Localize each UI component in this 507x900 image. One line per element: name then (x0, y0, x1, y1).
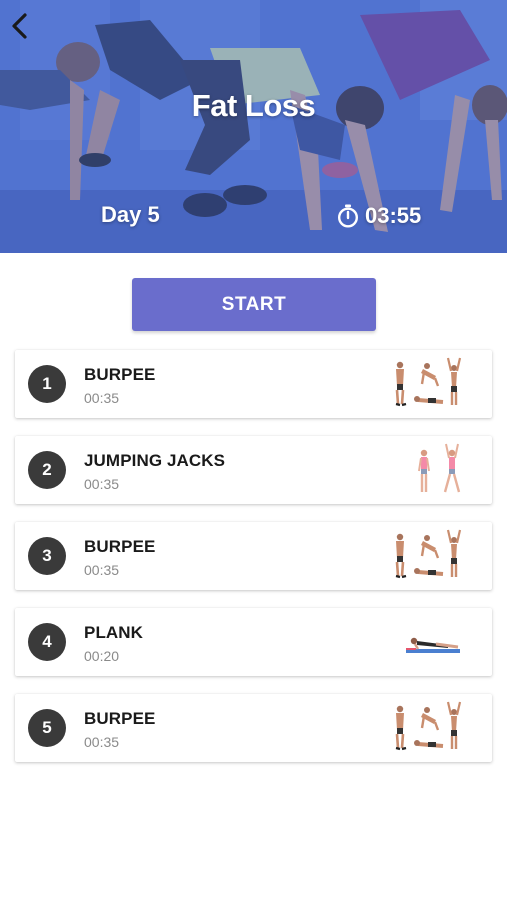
exercise-name: BURPEE (84, 537, 156, 556)
exercise-item[interactable]: 4 PLANK 00:20 (15, 608, 492, 676)
burpee-illustration (395, 357, 462, 407)
plank-illustration (406, 637, 460, 653)
chevron-left-icon (12, 13, 27, 39)
exercise-name: BURPEE (84, 365, 156, 384)
back-button[interactable] (4, 10, 36, 42)
exercise-duration: 00:35 (84, 734, 120, 750)
exercise-number-badge: 3 (28, 537, 66, 575)
jumping-jacks-illustration (418, 443, 461, 493)
stopwatch-icon (337, 204, 359, 228)
exercise-duration: 00:20 (84, 648, 120, 664)
exercise-item[interactable]: 1 BURPEE 00:35 (15, 350, 492, 418)
exercise-name: BURPEE (84, 709, 156, 728)
burpee-illustration (395, 701, 462, 751)
exercise-name: JUMPING JACKS (84, 451, 226, 470)
exercise-item[interactable]: 2 JUMPING JACKS 00:35 (15, 436, 492, 504)
exercise-number-badge: 1 (28, 365, 66, 403)
workout-header: Fat Loss Day 5 03:55 (0, 0, 507, 253)
workout-duration: 03:55 (337, 202, 421, 230)
workout-day: Day 5 (101, 202, 160, 227)
exercise-number-badge: 4 (28, 623, 66, 661)
exercise-duration: 00:35 (84, 476, 120, 492)
exercise-duration: 00:35 (84, 562, 120, 578)
start-button[interactable]: START (132, 278, 376, 331)
exercise-number-badge: 2 (28, 451, 66, 489)
duration-value: 03:55 (365, 203, 422, 228)
workout-title: Fat Loss (191, 88, 316, 123)
exercise-name: PLANK (84, 623, 144, 642)
burpee-illustration (395, 529, 462, 579)
exercise-item[interactable]: 3 BURPEE 00:35 (15, 522, 492, 590)
exercise-item[interactable]: 5 BURPEE 00:35 (15, 694, 492, 762)
exercise-number-badge: 5 (28, 709, 66, 747)
workout-screen: Fat Loss Day 5 03:55 START 1 BURPEE 00:3… (0, 0, 507, 900)
exercise-duration: 00:35 (84, 390, 120, 406)
exercise-list: 1 BURPEE 00:35 2 JUMPING JACKS 00:35 3 B… (15, 350, 492, 780)
